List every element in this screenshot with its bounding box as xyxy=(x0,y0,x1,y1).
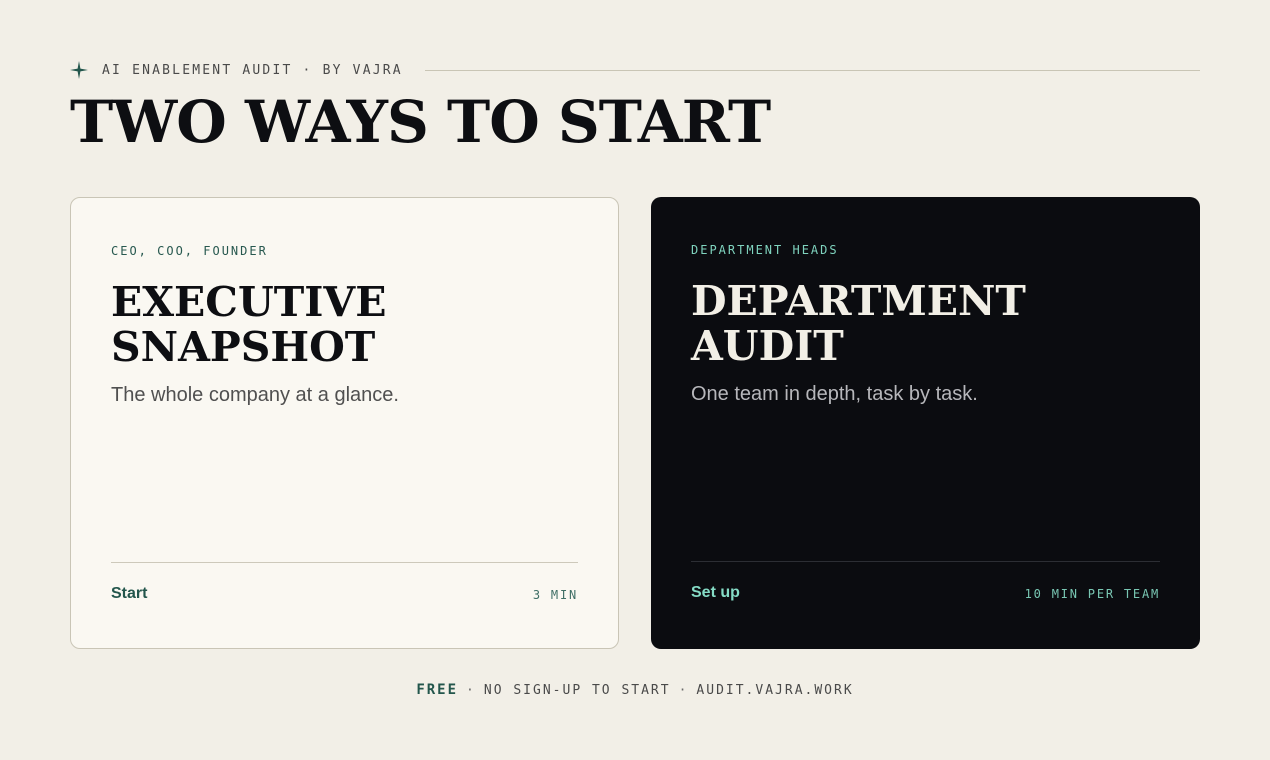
card-description: One team in depth, task by task. xyxy=(691,383,978,405)
card-audience-tag: DEPARTMENT HEADS xyxy=(691,243,839,257)
start-button[interactable]: Start xyxy=(111,585,147,603)
card-description: The whole company at a glance. xyxy=(111,384,399,406)
footer-url[interactable]: AUDIT.VAJRA.WORK xyxy=(696,683,853,698)
card-duration: 3 MIN xyxy=(532,588,578,602)
department-audit-card[interactable]: DEPARTMENT HEADS DEPARTMENT AUDIT One te… xyxy=(651,197,1200,649)
card-divider xyxy=(691,561,1160,562)
footer-separator: · xyxy=(466,683,476,698)
footer-no-signup: NO SIGN-UP TO START xyxy=(483,683,671,698)
card-audience-tag: CEO, COO, FOUNDER xyxy=(111,244,268,258)
footer-note: FREE · NO SIGN-UP TO START · AUDIT.VAJRA.WOR… xyxy=(0,682,1270,698)
card-title-line-2: AUDIT xyxy=(691,322,844,370)
card-title-line-1: DEPARTMENT xyxy=(691,277,1026,325)
eyebrow-divider xyxy=(424,69,1200,71)
eyebrow-row: AI ENABLEMENT AUDIT · BY VAJRA xyxy=(70,60,1200,80)
card-title: EXECUTIVE SNAPSHOT xyxy=(111,280,581,370)
card-duration: 10 MIN PER TEAM xyxy=(1024,587,1160,601)
page-title: TWO WAYS TO START xyxy=(70,88,771,156)
footer-separator: · xyxy=(678,683,689,698)
set-up-button[interactable]: Set up xyxy=(691,584,740,602)
card-title: DEPARTMENT AUDIT xyxy=(691,279,1161,369)
eyebrow-label: AI ENABLEMENT AUDIT · BY VAJRA xyxy=(102,62,403,78)
footer-free: FREE xyxy=(416,682,459,698)
card-title-line-1: EXECUTIVE xyxy=(111,278,387,326)
executive-snapshot-card[interactable]: CEO, COO, FOUNDER EXECUTIVE SNAPSHOT The… xyxy=(70,197,619,649)
sparkle-icon xyxy=(70,61,88,79)
card-title-line-2: SNAPSHOT xyxy=(111,323,376,371)
card-divider xyxy=(111,562,578,563)
